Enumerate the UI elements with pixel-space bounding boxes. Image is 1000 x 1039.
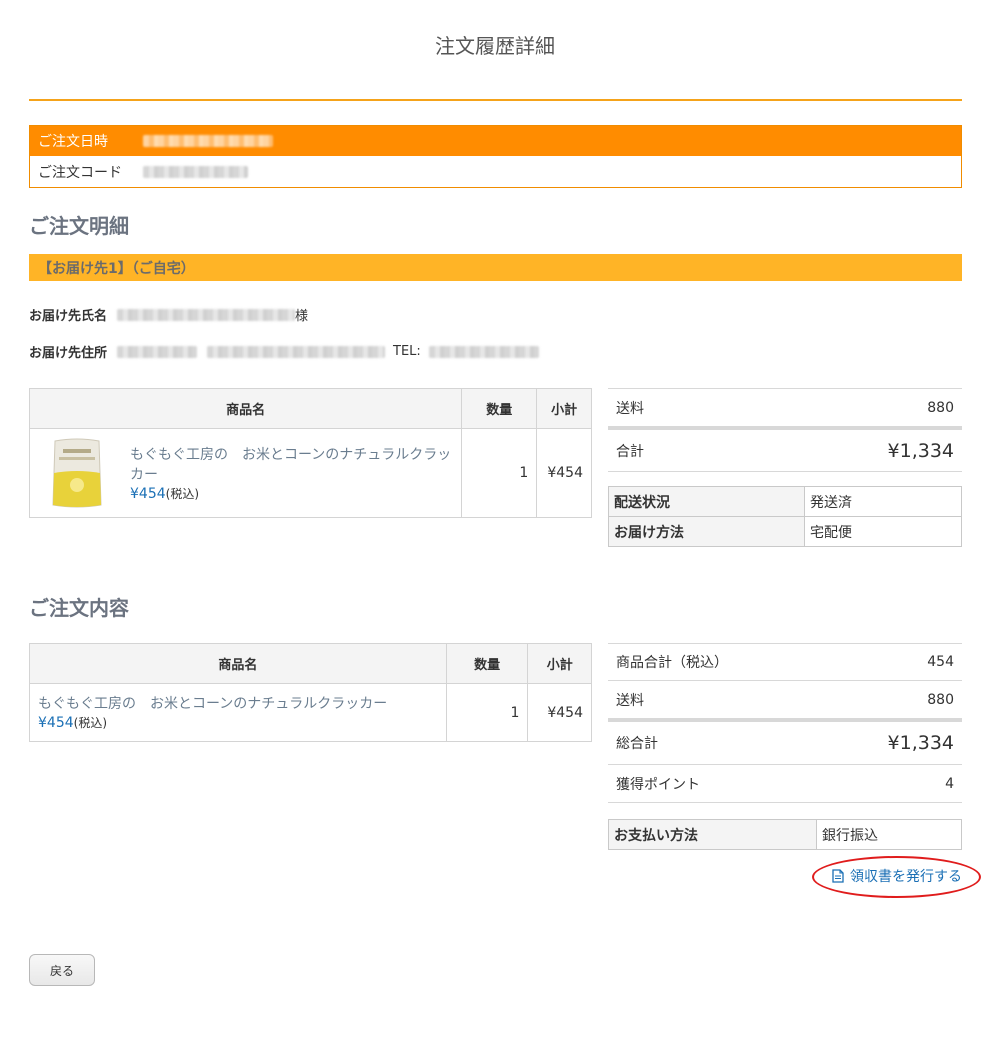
back-button[interactable]: 戻る	[29, 954, 95, 986]
order-code-label: ご注文コード	[38, 164, 122, 181]
column-header-quantity: 数量	[445, 643, 529, 684]
shipping-row: 送料 880	[608, 681, 962, 722]
column-header-product: 商品名	[29, 643, 447, 684]
document-icon	[832, 869, 844, 883]
subtotal-cell: ¥454	[536, 428, 592, 518]
contents-items-table: 商品名 数量 小計 もぐもぐ工房の お米とコーンのナチュラルクラッカー ¥454…	[29, 643, 592, 742]
order-code-value-redacted	[143, 165, 248, 178]
total-value: ¥1,334	[887, 439, 954, 462]
order-date-label: ご注文日時	[38, 134, 108, 150]
details-items-table: 商品名 数量 小計 もぐもぐ工房の お米とコーンのナチュラルクラッカー ¥454…	[28, 388, 592, 518]
issue-receipt-link[interactable]: 領収書を発行する	[832, 866, 962, 886]
column-header-subtotal: 小計	[536, 388, 592, 429]
postal-code-redacted	[117, 345, 198, 358]
payment-method-label: お支払い方法	[608, 819, 817, 850]
recipient-label: お届け先氏名	[29, 309, 108, 324]
delivery-method-label: お届け方法	[608, 516, 805, 547]
address-label: お届け先住所	[29, 346, 108, 361]
tax-note: (税込)	[73, 716, 108, 730]
payment-method-table: お支払い方法 銀行振込	[608, 819, 962, 850]
total-row: 合計 ¥1,334	[608, 430, 962, 472]
product-cell: もぐもぐ工房の お米とコーンのナチュラルクラッカー ¥454(税込)	[29, 683, 447, 742]
payment-method-row: お支払い方法 銀行振込	[608, 819, 962, 850]
order-contents-heading: ご注文内容	[29, 596, 129, 620]
delivery-method-row: お届け方法 宅配便	[608, 516, 962, 547]
order-date-value-redacted	[143, 135, 273, 147]
items-total-row: 商品合計（税込） 454	[608, 643, 962, 681]
details-summary: 送料 880 合計 ¥1,334	[608, 388, 962, 472]
shipping-label: 送料	[616, 692, 644, 709]
shipping-status-row: 配送状況 発送済	[608, 486, 962, 517]
grand-total-label: 総合計	[616, 736, 658, 752]
order-details-heading: ご注文明細	[29, 214, 129, 238]
product-price: ¥454	[130, 485, 166, 502]
page-title: 注文履歴詳細	[435, 34, 555, 58]
contents-summary: 商品合計（税込） 454 送料 880 総合計 ¥1,334 獲得ポイント 4	[608, 643, 962, 803]
destination-bar: 【お届け先1】（ご自宅）	[29, 254, 962, 281]
column-header-quantity: 数量	[461, 388, 538, 429]
payment-method-value: 銀行振込	[816, 819, 962, 850]
quantity-cell: 1	[445, 683, 529, 742]
recipient-suffix: 様	[295, 309, 309, 324]
tel-redacted	[428, 345, 539, 358]
points-row: 獲得ポイント 4	[608, 765, 962, 803]
tel-label: TEL:	[393, 344, 421, 359]
table-row: もぐもぐ工房の お米とコーンのナチュラルクラッカー ¥454(税込) 1 ¥45…	[28, 428, 592, 518]
title-divider	[29, 99, 962, 101]
product-name-link[interactable]: もぐもぐ工房の お米とコーンのナチュラルクラッカー	[38, 694, 445, 714]
points-value: 4	[945, 775, 954, 792]
total-label: 合計	[616, 443, 644, 460]
address-redacted	[207, 345, 386, 358]
product-package-icon	[52, 438, 102, 508]
shipping-value: 880	[927, 399, 954, 416]
items-total-label: 商品合計（税込）	[616, 655, 728, 671]
tax-note: (税込)	[165, 486, 200, 501]
column-header-product: 商品名	[28, 388, 463, 429]
shipping-status-label: 配送状況	[608, 486, 805, 517]
order-date-row: ご注文日時	[30, 126, 961, 156]
shipping-status-table: 配送状況 発送済 お届け方法 宅配便	[608, 486, 962, 547]
grand-total-value: ¥1,334	[887, 732, 954, 754]
delivery-method-value: 宅配便	[804, 516, 962, 547]
quantity-cell: 1	[461, 428, 538, 518]
shipping-label: 送料	[616, 400, 644, 417]
order-info-box: ご注文日時 ご注文コード	[29, 125, 962, 188]
product-cell: もぐもぐ工房の お米とコーンのナチュラルクラッカー ¥454(税込)	[28, 428, 463, 518]
table-row: もぐもぐ工房の お米とコーンのナチュラルクラッカー ¥454(税込) 1 ¥45…	[29, 683, 592, 742]
column-header-subtotal: 小計	[527, 643, 592, 684]
subtotal-cell: ¥454	[527, 683, 592, 742]
shipping-value: 880	[927, 691, 954, 708]
shipping-status-value: 発送済	[804, 486, 962, 517]
product-name-link[interactable]: もぐもぐ工房の お米とコーンのナチュラルクラッカー	[130, 445, 455, 485]
order-code-row: ご注文コード	[30, 156, 961, 187]
product-image[interactable]	[49, 435, 105, 511]
shipping-row: 送料 880	[608, 388, 962, 430]
issue-receipt-label: 領収書を発行する	[850, 869, 962, 885]
recipient-line: お届け先氏名 様	[29, 305, 308, 324]
items-total-value: 454	[927, 654, 954, 670]
product-price: ¥454	[38, 715, 74, 731]
grand-total-row: 総合計 ¥1,334	[608, 722, 962, 765]
points-label: 獲得ポイント	[616, 776, 700, 793]
address-line: お届け先住所 TEL:	[29, 342, 539, 361]
recipient-name-redacted	[117, 308, 296, 321]
